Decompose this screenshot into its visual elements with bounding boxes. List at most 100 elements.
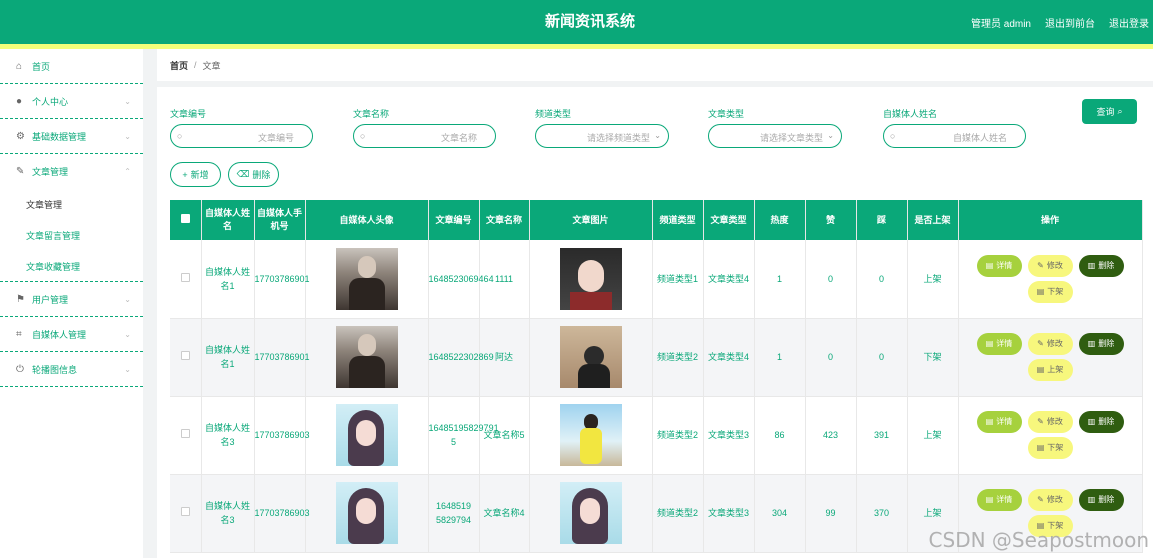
delete-button[interactable]: ▥ 删除 — [1078, 254, 1124, 277]
batch-delete-button[interactable]: ⌫ 删除 — [228, 162, 279, 187]
likes-cell: 0 — [805, 318, 857, 397]
chevron-down-icon: ⌄ — [124, 330, 131, 339]
edit-icon: ✎ — [16, 166, 25, 177]
sidebar-item-media-people[interactable]: ⌗ 自媒体人管理 ⌄ — [0, 317, 143, 352]
sidebar-subitem-article-favorites[interactable]: 文章收藏管理 — [0, 251, 143, 282]
article-no-cell: 1648522302869 — [428, 318, 494, 397]
file-icon: ▤ — [985, 339, 994, 348]
channel-type-select[interactable]: 请选择频道类型 ⌄ — [535, 124, 669, 148]
media-name-cell: 自媒体人姓名1 — [201, 318, 255, 397]
likes-cell: 0 — [805, 240, 857, 319]
sidebar-item-label: 基础数据管理 — [32, 131, 87, 142]
sidebar-item-basic-data[interactable]: ⚙ 基础数据管理 ⌄ — [0, 119, 143, 154]
sidebar-item-carousel[interactable]: ⏻ 轮播图信息 ⌄ — [0, 352, 143, 387]
filter-label-article-no: 文章编号 — [170, 109, 207, 119]
main-area: 首页 / 文章 文章编号 ○ 文章编号 文章名称 ○ 文章名称 频道类型 请选择… — [157, 49, 1153, 558]
query-button[interactable]: 查询 ⌕ — [1082, 99, 1137, 124]
pencil-icon: ✎ — [1037, 495, 1044, 504]
article-type-cell: 文章类型3 — [703, 396, 755, 475]
checkbox-icon — [180, 213, 190, 223]
add-button[interactable]: + 新增 — [170, 162, 221, 187]
edit-button[interactable]: ✎ 修改 — [1027, 489, 1073, 511]
article-type-cell: 文章类型4 — [703, 240, 755, 319]
back-to-front-link[interactable]: 退出到前台 — [1045, 15, 1095, 30]
delete-button[interactable]: ▥ 删除 — [1078, 489, 1124, 511]
sidebar-item-label: 用户管理 — [32, 294, 69, 305]
edit-label: 修改 — [1046, 339, 1063, 348]
trash-icon: ▥ — [1087, 260, 1096, 270]
logout-link[interactable]: 退出登录 — [1109, 15, 1149, 30]
delete-label: 删除 — [1098, 260, 1115, 270]
toggle-shelf-button[interactable]: ▤ 上架 — [1027, 359, 1073, 381]
phone-cell: 17703786901 — [254, 240, 310, 319]
row-checkbox[interactable] — [180, 507, 190, 516]
edit-button[interactable]: ✎ 修改 — [1027, 333, 1073, 355]
heat-cell: 1 — [754, 318, 806, 397]
avatar-image — [335, 482, 398, 544]
sidebar-item-profile[interactable]: ● 个人中心 ⌄ — [0, 84, 143, 119]
avatar-image — [335, 326, 398, 388]
article-type-cell: 文章类型3 — [703, 474, 755, 553]
edit-button[interactable]: ✎ 修改 — [1027, 411, 1073, 433]
article-type-select[interactable]: 请选择文章类型 ⌄ — [708, 124, 842, 148]
sidebar-item-label: 文章管理 — [32, 167, 69, 177]
select-all-checkbox[interactable] — [170, 200, 202, 240]
table-header-row: 自媒体人姓名 自媒体人手机号 自媒体人头像 文章编号 文章名称 文章图片 频道类… — [170, 200, 1143, 240]
file-icon: ▤ — [985, 495, 994, 504]
delete-button[interactable]: ▥ 删除 — [1078, 411, 1124, 433]
sidebar-subitem-article-comments[interactable]: 文章留言管理 — [0, 220, 143, 251]
file-icon: ▤ — [985, 417, 994, 426]
media-name-cell: 自媒体人姓名1 — [201, 240, 255, 319]
article-table: 自媒体人姓名 自媒体人手机号 自媒体人头像 文章编号 文章名称 文章图片 频道类… — [170, 200, 1143, 553]
sidebar: ⌂ 首页 ● 个人中心 ⌄ ⚙ 基础数据管理 ⌄ ✎ 文章管理 ⌃ 文章管理 文… — [0, 49, 143, 558]
watermark: CSDN @Seapostmoon — [928, 528, 1149, 552]
file-icon: ▤ — [1036, 443, 1045, 452]
home-icon: ⌂ — [16, 60, 23, 72]
flag-icon: ⚑ — [16, 293, 25, 305]
row-checkbox[interactable] — [180, 351, 190, 360]
trash-icon: ▥ — [1087, 339, 1096, 348]
toggle-shelf-button[interactable]: ▤ 下架 — [1027, 280, 1073, 303]
edit-button[interactable]: ✎ 修改 — [1027, 254, 1073, 277]
column-header: 踩 — [856, 200, 908, 240]
chevron-down-icon: ⌄ — [124, 97, 131, 106]
detail-button[interactable]: ▤ 详情 — [976, 254, 1022, 277]
phone-cell: 17703786903 — [254, 474, 310, 553]
add-button-label: 新增 — [190, 170, 209, 180]
breadcrumb-home[interactable]: 首页 — [170, 59, 188, 72]
crop-icon: ⌗ — [16, 328, 22, 340]
filter-label-media-name: 自媒体人姓名 — [883, 109, 938, 119]
plus-icon: + — [182, 169, 188, 180]
likes-cell: 423 — [805, 396, 857, 475]
sidebar-item-home[interactable]: ⌂ 首页 — [0, 49, 143, 84]
sidebar-item-label: 轮播图信息 — [32, 364, 78, 375]
breadcrumb: 首页 / 文章 — [157, 49, 1153, 81]
detail-button[interactable]: ▤ 详情 — [976, 411, 1022, 433]
row-checkbox[interactable] — [180, 429, 190, 438]
article-no-cell: 16485195829791 5 — [428, 396, 499, 475]
table-row: 自媒体人姓名1 17703786901 1648523069464 1111 频… — [170, 240, 1143, 319]
breadcrumb-separator: / — [194, 60, 197, 70]
article-no-input[interactable]: ○ 文章编号 — [170, 124, 313, 148]
column-header: 文章名称 — [479, 200, 530, 240]
article-no-cell: 1648519 5829794 — [428, 474, 480, 553]
sidebar-item-articles[interactable]: ✎ 文章管理 ⌃ — [0, 154, 143, 189]
detail-button[interactable]: ▤ 详情 — [976, 333, 1022, 355]
select-placeholder: 请选择文章类型 — [759, 133, 823, 143]
sidebar-item-users[interactable]: ⚑ 用户管理 ⌄ — [0, 282, 143, 317]
detail-button[interactable]: ▤ 详情 — [976, 489, 1022, 511]
sidebar-subitem-article-manage[interactable]: 文章管理 — [0, 189, 143, 220]
filter-label-article-type: 文章类型 — [708, 109, 745, 119]
user-icon: ● — [16, 95, 23, 107]
article-name-input[interactable]: ○ 文章名称 — [353, 124, 496, 148]
heat-cell: 1 — [754, 240, 806, 319]
column-header: 热度 — [754, 200, 806, 240]
power-icon: ⏻ — [16, 363, 24, 375]
column-header: 赞 — [805, 200, 857, 240]
delete-button[interactable]: ▥ 删除 — [1078, 333, 1124, 355]
search-icon: ⌕ — [1117, 106, 1123, 116]
toggle-shelf-button[interactable]: ▤ 下架 — [1027, 437, 1073, 459]
media-name-input[interactable]: ○ 自媒体人姓名 — [883, 124, 1026, 148]
select-placeholder: 请选择频道类型 — [586, 133, 650, 143]
row-checkbox[interactable] — [180, 272, 190, 282]
